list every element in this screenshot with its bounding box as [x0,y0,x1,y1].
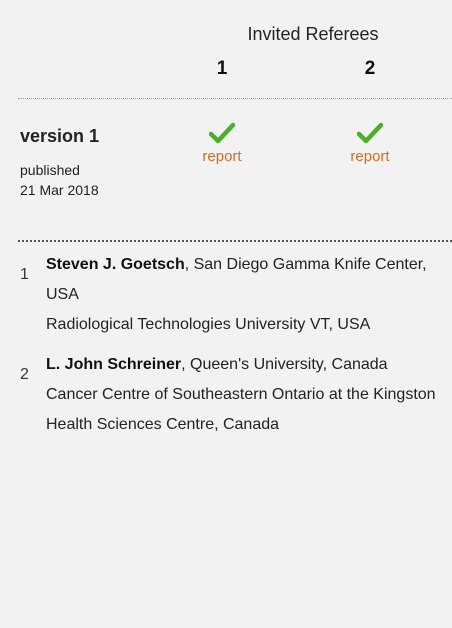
version-date: 21 Mar 2018 [20,182,99,198]
referee-name: L. John Schreiner [46,356,182,373]
referee-affiliation-2: Cancer Centre of Southeastern Ontario at… [46,386,436,433]
referee-1-report-link[interactable]: report [182,148,262,165]
invited-referees-title: Invited Referees [247,24,379,44]
referee-affiliation-2: Radiological Technologies University VT,… [46,316,371,333]
header-divider [18,98,452,99]
referee-1-report-cell: report [182,122,262,165]
version-row: version 1 published 21 Mar 2018 report r… [18,110,452,230]
referee-2-report-link[interactable]: report [330,148,410,165]
referee-primary-line: L. John Schreiner, Queen's University, C… [46,350,452,380]
referee-number: 2 [20,366,29,383]
version-publication: published 21 Mar 2018 [20,160,99,200]
referee-name: Steven J. Goetsch [46,256,185,273]
referee-primary-line: Steven J. Goetsch, San Diego Gamma Knife… [46,250,452,310]
referee-status-panel: Invited Referees 1 2 version 1 published… [18,10,452,620]
referee-item: 1 Steven J. Goetsch, San Diego Gamma Kni… [18,250,452,340]
referee-list: 1 Steven J. Goetsch, San Diego Gamma Kni… [18,240,452,450]
referee-column-2: 2 [364,58,376,79]
referees-heading: Invited Referees 1 2 [18,24,452,100]
referee-item: 2 L. John Schreiner, Queen's University,… [18,350,452,440]
referee-column-1: 1 [216,58,228,79]
referee-affiliation-1: , Queen's University, Canada [181,356,388,373]
referee-number: 1 [20,266,29,283]
check-icon [357,122,383,144]
check-icon [209,122,235,144]
version-status: published [20,162,80,178]
referee-2-report-cell: report [330,122,410,165]
version-label: version 1 [20,126,100,146]
